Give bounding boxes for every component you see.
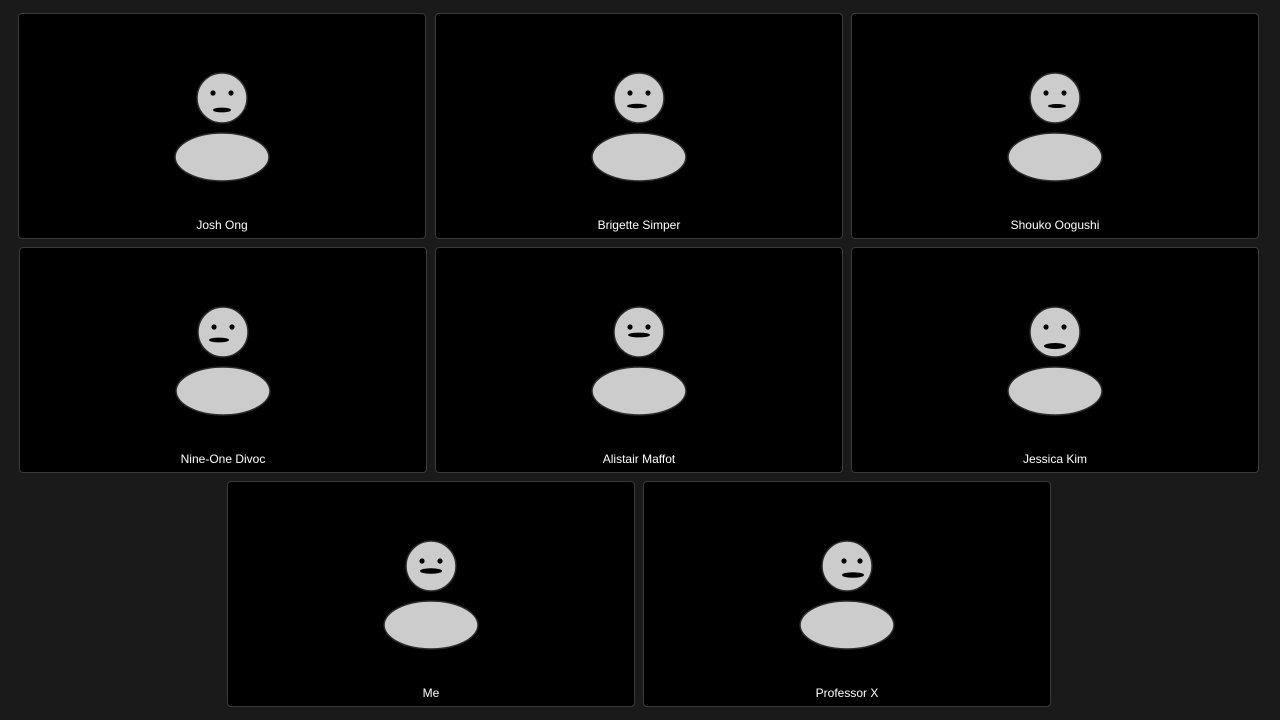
person-avatar-icon	[591, 72, 687, 182]
person-avatar-icon	[175, 306, 271, 416]
participant-name: Brigette Simper	[597, 218, 681, 232]
person-avatar-icon	[591, 306, 687, 416]
person-avatar-icon	[1007, 72, 1103, 182]
person-avatar-icon	[383, 540, 479, 650]
participant-tile-nine-one-divoc[interactable]: Nine-One Divoc	[19, 247, 427, 473]
participant-tile-professor-x[interactable]: Professor X	[643, 481, 1051, 707]
participant-name: Nine-One Divoc	[180, 452, 266, 466]
participant-tile-me[interactable]: Me	[227, 481, 635, 707]
participant-name: Alistair Maffot	[602, 452, 676, 466]
participant-tile-brigette-simper[interactable]: Brigette Simper	[435, 13, 843, 239]
participant-name: Me	[422, 686, 440, 700]
video-gallery: Josh Ong Brigette Simper Shouko Oogushi	[0, 0, 1280, 720]
participant-tile-shouko-oogushi[interactable]: Shouko Oogushi	[851, 13, 1259, 239]
participant-name: Jessica Kim	[1022, 452, 1087, 466]
person-avatar-icon	[174, 72, 270, 182]
person-avatar-icon	[799, 540, 895, 650]
participant-name: Shouko Oogushi	[1010, 218, 1100, 232]
participant-tile-alistair-maffot[interactable]: Alistair Maffot	[435, 247, 843, 473]
participant-tile-josh-ong[interactable]: Josh Ong	[18, 13, 426, 239]
participant-name: Josh Ong	[196, 218, 248, 232]
person-avatar-icon	[1007, 306, 1103, 416]
participant-name: Professor X	[815, 686, 879, 700]
participant-tile-jessica-kim[interactable]: Jessica Kim	[851, 247, 1259, 473]
